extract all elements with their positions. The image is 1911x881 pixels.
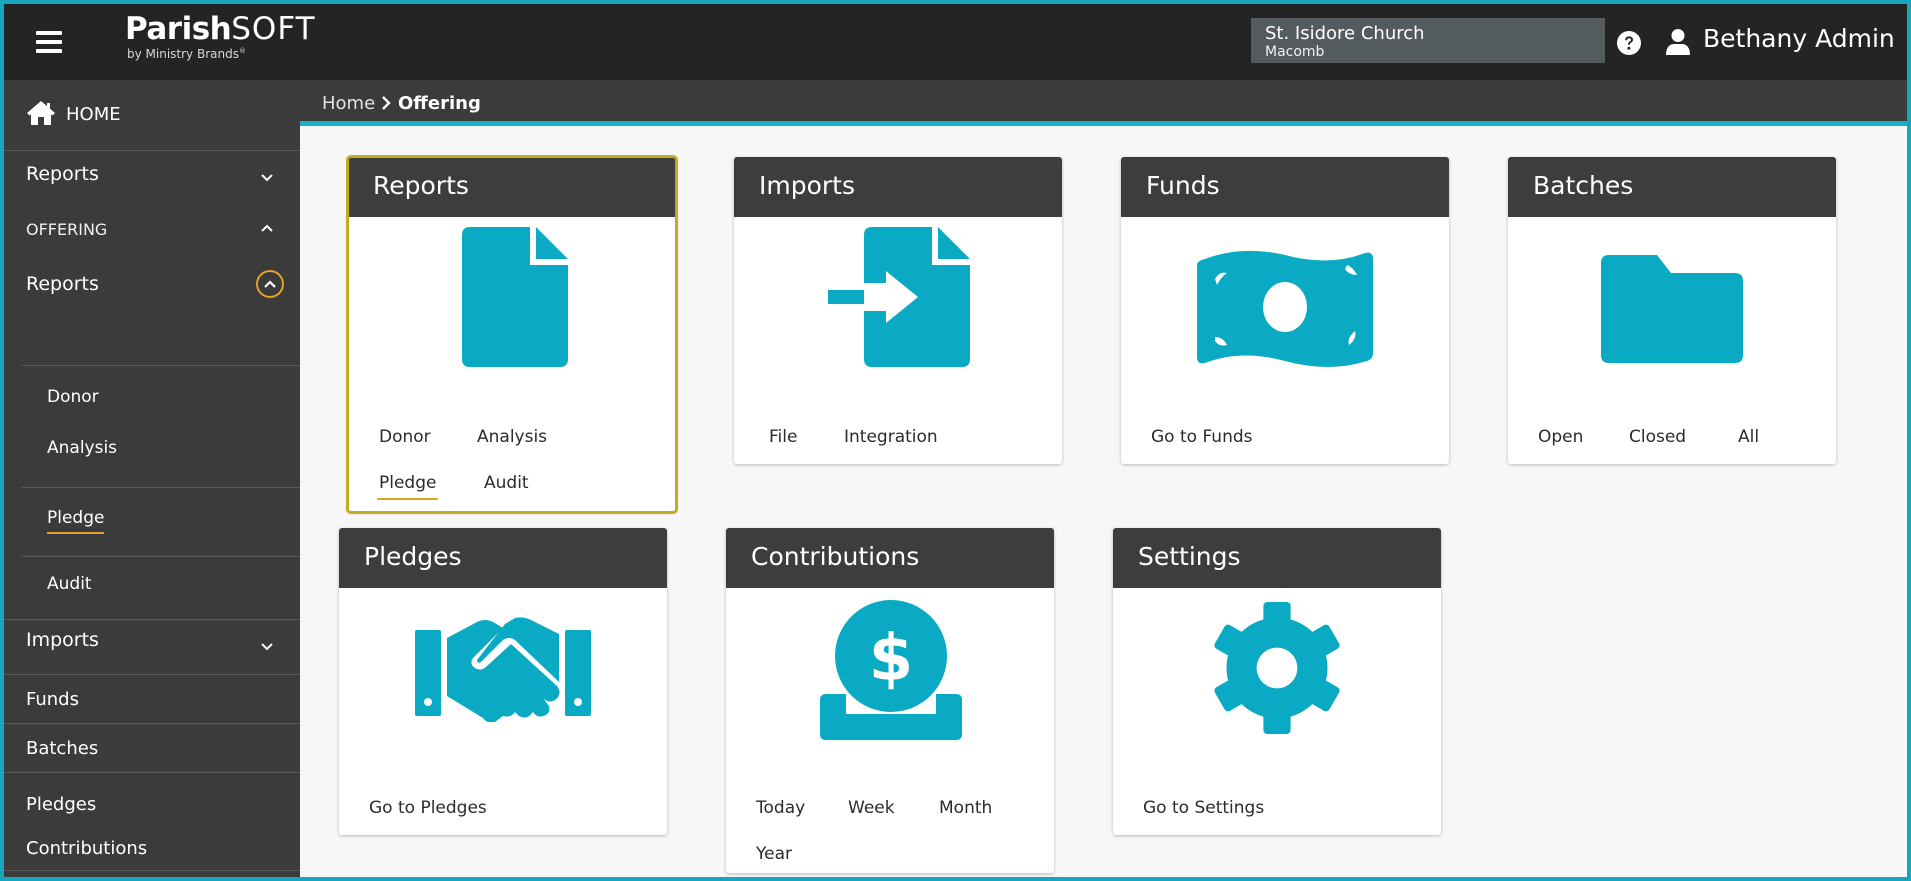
home-icon [27, 101, 55, 125]
folder-icon [1601, 255, 1743, 363]
top-bar: ParishSOFT by Ministry Brands® St. Isido… [4, 4, 1907, 80]
reports-link-analysis[interactable]: Analysis [477, 427, 547, 447]
sidebar-item-offering-reports[interactable]: Reports [4, 253, 300, 319]
sidebar: HOME Reports OFFERING Reports Donor Anal… [4, 80, 300, 877]
breadcrumb-home-link[interactable]: Home [322, 93, 375, 114]
sidebar-item-contributions[interactable]: Contributions [4, 823, 300, 863]
sidebar-item-reports[interactable]: Reports [4, 151, 300, 203]
sidebar-item-home[interactable]: HOME [4, 80, 300, 150]
chevron-up-icon [261, 224, 273, 232]
sidebar-subitem-analysis[interactable]: Analysis [4, 432, 300, 472]
logo-bold-text: Parish [125, 11, 232, 47]
svg-text:$: $ [869, 622, 914, 696]
sidebar-subitem-pledge[interactable]: Pledge [4, 496, 300, 546]
sidebar-imports-label: Imports [26, 629, 99, 651]
sidebar-section-offering[interactable]: OFFERING [4, 203, 300, 253]
settings-link-go-to-settings[interactable]: Go to Settings [1143, 798, 1264, 818]
sidebar-subitem-analysis-label: Analysis [47, 438, 118, 458]
sidebar-funds-label: Funds [26, 689, 79, 710]
chevron-down-icon [261, 643, 273, 651]
sidebar-batches-label: Batches [26, 738, 99, 759]
settings-card: Settings Go to Settings [1113, 528, 1441, 835]
reports-link-audit[interactable]: Audit [484, 473, 529, 493]
imports-link-integration[interactable]: Integration [844, 427, 938, 447]
logo-registered-mark: ® [238, 47, 246, 55]
contributions-link-week[interactable]: Week [848, 798, 895, 818]
pledges-card: Pledges Go to Pledges [339, 528, 667, 835]
funds-card: Funds Go to Funds [1121, 157, 1449, 464]
handshake-icon [415, 617, 591, 722]
money-bill-icon [1197, 250, 1373, 367]
sidebar-item-imports[interactable]: Imports [4, 620, 300, 674]
pledges-card-title: Pledges [339, 528, 667, 588]
sidebar-offering-label: OFFERING [26, 220, 108, 239]
chevron-right-icon [382, 96, 391, 110]
batches-link-all[interactable]: All [1738, 427, 1759, 447]
settings-card-title: Settings [1113, 528, 1441, 588]
contributions-card-title: Contributions [726, 528, 1054, 588]
gear-icon [1214, 601, 1340, 735]
contributions-link-month[interactable]: Month [939, 798, 992, 818]
reports-link-pledge[interactable]: Pledge [376, 473, 439, 500]
user-name[interactable]: Bethany Admin [1703, 24, 1895, 53]
sidebar-pledges-label: Pledges [26, 794, 97, 815]
batches-link-open[interactable]: Open [1538, 427, 1583, 447]
menu-icon[interactable] [36, 31, 62, 53]
sidebar-subitem-audit[interactable]: Audit [4, 564, 300, 608]
church-name: St. Isidore Church [1265, 23, 1425, 44]
pledges-link-go-to-pledges[interactable]: Go to Pledges [369, 798, 487, 818]
sidebar-offering-reports-label: Reports [26, 273, 99, 295]
chevron-down-icon [261, 174, 273, 182]
church-city: Macomb [1265, 43, 1325, 60]
document-icon [462, 227, 568, 367]
sidebar-home-label: HOME [66, 104, 121, 125]
parishsoft-logo[interactable]: ParishSOFT by Ministry Brands® [125, 11, 316, 62]
sidebar-subitem-donor[interactable]: Donor [4, 380, 300, 420]
sidebar-reports-label: Reports [26, 163, 99, 185]
help-icon[interactable] [1616, 30, 1642, 56]
chevron-up-icon [264, 280, 276, 288]
dollar-coin-icon: $ [820, 600, 962, 740]
logo-light-text: SOFT [231, 11, 316, 47]
reports-card-title: Reports [348, 157, 676, 217]
church-selector[interactable]: St. Isidore Church Macomb [1251, 18, 1605, 63]
collapse-toggle-button[interactable] [256, 270, 284, 298]
sidebar-item-funds[interactable]: Funds [4, 675, 300, 723]
funds-link-go-to-funds[interactable]: Go to Funds [1151, 427, 1253, 447]
sidebar-item-pledges[interactable]: Pledges [4, 773, 300, 823]
contributions-link-year[interactable]: Year [756, 844, 792, 864]
breadcrumb-current: Offering [398, 93, 481, 114]
logo-subtitle: by Ministry Brands [127, 47, 239, 61]
app-frame: ParishSOFT by Ministry Brands® St. Isido… [4, 4, 1907, 877]
sidebar-subitem-audit-label: Audit [47, 574, 92, 594]
imports-card: Imports File Integration [734, 157, 1062, 464]
funds-card-title: Funds [1121, 157, 1449, 217]
sidebar-subitem-donor-label: Donor [47, 387, 99, 407]
batches-card: Batches Open Closed All [1508, 157, 1836, 464]
user-icon [1666, 29, 1690, 55]
reports-card: Reports Donor Analysis Pledge Audit [346, 155, 678, 514]
imports-card-title: Imports [734, 157, 1062, 217]
sidebar-subitem-pledge-label: Pledge [47, 508, 105, 534]
batches-card-title: Batches [1508, 157, 1836, 217]
contributions-card: Contributions $ Today Week Month Year [726, 528, 1054, 873]
contributions-link-today[interactable]: Today [756, 798, 805, 818]
batches-link-closed[interactable]: Closed [1629, 427, 1686, 447]
breadcrumb: Home Offering [300, 80, 1907, 126]
sidebar-contributions-label: Contributions [26, 838, 148, 859]
imports-link-file[interactable]: File [769, 427, 797, 447]
reports-link-donor[interactable]: Donor [379, 427, 431, 447]
sidebar-item-batches[interactable]: Batches [4, 724, 300, 772]
file-import-icon [828, 227, 970, 367]
